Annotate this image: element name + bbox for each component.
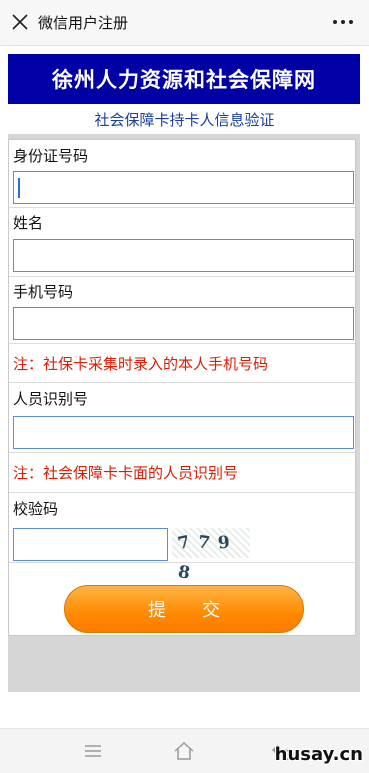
- phone-note: 注：社保卡采集时录入的本人手机号码: [13, 355, 269, 373]
- name-input[interactable]: [13, 239, 354, 272]
- row-divider: [9, 452, 355, 453]
- more-icon[interactable]: [331, 12, 355, 32]
- row-divider: [9, 207, 355, 208]
- home-icon[interactable]: [173, 741, 195, 761]
- page-subtitle: 社会保障卡持卡人信息验证: [94, 111, 275, 129]
- phone-label: 手机号码: [13, 283, 74, 301]
- watermark-text: husay.cn: [274, 744, 363, 765]
- name-label: 姓名: [13, 214, 44, 232]
- person-id-note: 注：社会保障卡卡面的人员识别号: [13, 464, 239, 482]
- row-divider: [9, 492, 355, 493]
- captcha-input[interactable]: [13, 528, 168, 561]
- submit-button[interactable]: 提交: [64, 585, 304, 633]
- person-id-label: 人员识别号: [13, 390, 89, 408]
- id-number-input[interactable]: [13, 171, 354, 204]
- captcha-label: 校验码: [13, 500, 59, 518]
- row-divider: [9, 343, 355, 344]
- window-title: 微信用户注册: [38, 14, 129, 32]
- captcha-char: 7: [176, 531, 193, 555]
- captcha-image[interactable]: 7 7 9 8: [172, 528, 250, 584]
- row-divider: [9, 562, 355, 563]
- window-titlebar: 微信用户注册: [0, 0, 369, 46]
- captcha-char: 7: [196, 532, 212, 554]
- phone-input[interactable]: [13, 307, 354, 340]
- menu-icon[interactable]: [82, 741, 104, 761]
- person-id-input[interactable]: [13, 416, 354, 449]
- row-divider: [9, 382, 355, 383]
- site-banner: 徐州人力资源和社会保障网: [8, 54, 360, 104]
- close-icon[interactable]: [10, 12, 30, 32]
- captcha-char: 9: [216, 532, 232, 554]
- row-divider: [9, 276, 355, 277]
- id-number-label: 身份证号码: [13, 147, 89, 165]
- text-caret: [18, 178, 20, 198]
